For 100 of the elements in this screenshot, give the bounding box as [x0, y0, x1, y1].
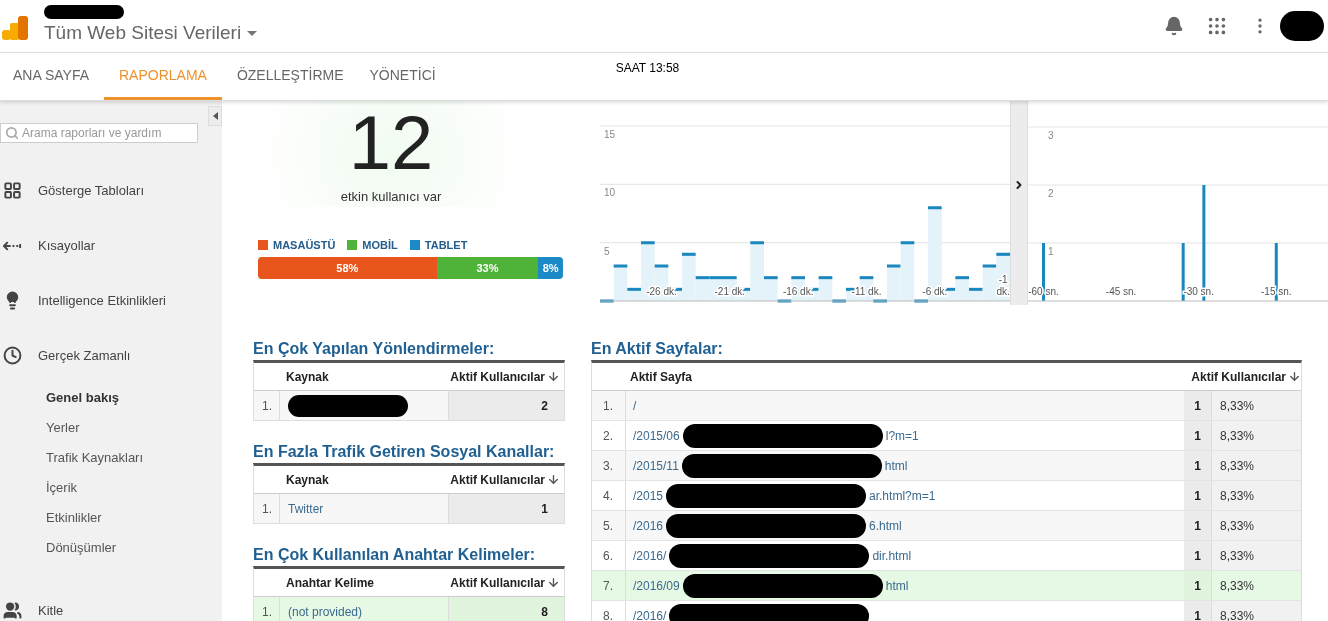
- bar: [1042, 243, 1045, 301]
- sidebar-subitem[interactable]: Yerler: [0, 413, 222, 443]
- table-cell: 1: [1184, 451, 1211, 480]
- page-path-link[interactable]: /2016: [633, 516, 664, 535]
- page-path-link[interactable]: /2015/06: [633, 426, 680, 445]
- sidebar-subitem[interactable]: İçerik: [0, 473, 222, 503]
- row-number: 8.: [592, 601, 626, 621]
- active-user-caption: etkin kullanıcı var: [340, 188, 442, 206]
- caret-icon[interactable]: [247, 30, 258, 36]
- page-path-link[interactable]: l?m=1: [885, 426, 919, 445]
- bar: [1274, 243, 1278, 301]
- sidebar-item[interactable]: Gösterge Tabloları: [0, 163, 222, 218]
- row-number: 3.: [592, 451, 626, 480]
- table-cell: 1: [1184, 421, 1211, 450]
- legend-label: MASAÜSTÜ: [273, 237, 336, 253]
- source-link[interactable]: (not provided): [288, 602, 363, 621]
- y-tick-label: 3: [1048, 130, 1054, 141]
- x-tick-label: -11 dk.: [851, 286, 882, 297]
- sidebar-item[interactable]: Intelligence Etkinlikleri: [0, 273, 222, 328]
- y-tick-label: 1: [1048, 246, 1054, 257]
- table-title: En Çok Yapılan Yönlendirmeler:: [253, 339, 496, 359]
- page-path-link[interactable]: /2016/: [633, 546, 667, 565]
- page-path-link[interactable]: /2016/: [633, 606, 667, 621]
- row-number: 1.: [254, 597, 280, 621]
- notifications-icon[interactable]: [1164, 16, 1184, 36]
- table-title: En Çok Kullanılan Anahtar Kelimeler:: [253, 545, 537, 565]
- table-cell: 1: [1184, 601, 1211, 621]
- page-path-link[interactable]: dir.html: [872, 546, 912, 565]
- share-label: 33%: [476, 260, 499, 276]
- table-cell: 8,33%: [1211, 511, 1301, 540]
- property-title[interactable]: Tüm Web Sitesi Verileri: [44, 18, 242, 48]
- column-header[interactable]: Aktif Kullanıcılar: [450, 470, 545, 489]
- table-title: En Aktif Sayfalar:: [591, 339, 724, 359]
- search-field[interactable]: Arama raporları ve yardım: [0, 123, 198, 143]
- bar: [1181, 243, 1185, 301]
- column-header[interactable]: Aktif Kullanıcılar: [1191, 367, 1286, 386]
- page-path-link[interactable]: ar.html?m=1: [869, 486, 936, 505]
- x-tick-label: -1 dk.: [996, 274, 1010, 297]
- sort-arrow-icon: [1288, 370, 1301, 383]
- table-cell: 1: [1184, 571, 1211, 600]
- table-cell: 1: [1184, 511, 1211, 540]
- y-tick-label: 15: [604, 129, 616, 140]
- sort-arrow-icon: [547, 370, 560, 383]
- column-header[interactable]: Aktif Kullanıcılar: [450, 367, 545, 386]
- sidebar-subitem[interactable]: Dönüşümler: [0, 533, 222, 563]
- table-cell: 1: [1184, 541, 1211, 570]
- sidebar-subitem[interactable]: Genel bakış: [0, 383, 222, 413]
- page-path-link[interactable]: /2016/09: [633, 576, 680, 595]
- legend-label: MOBİL: [362, 237, 398, 253]
- row-number: 1.: [254, 494, 280, 523]
- nav-tab[interactable]: YÖNETİCİ: [358, 53, 447, 100]
- sort-arrow-icon: [547, 576, 560, 589]
- page-path-link[interactable]: html: [885, 576, 909, 595]
- table-cell: 8,33%: [1211, 421, 1301, 450]
- people-icon: [3, 601, 22, 620]
- x-tick-label: -45 sn.: [1105, 286, 1137, 297]
- sidebar-item[interactable]: Kısayollar: [0, 218, 222, 273]
- legend-label: TABLET: [424, 237, 468, 253]
- source-link[interactable]: Twitter: [288, 499, 324, 518]
- table-cell: 8,33%: [1211, 391, 1301, 420]
- sidebar-subitem[interactable]: Etkinlikler: [0, 503, 222, 533]
- arrow-icon: [3, 240, 22, 251]
- table-title: En Fazla Trafik Getiren Sosyal Kanallar:: [253, 442, 556, 462]
- y-tick-label: 5: [604, 245, 610, 257]
- table-cell: 8,33%: [1211, 481, 1301, 510]
- table-cell: 8,33%: [1211, 541, 1301, 570]
- clock-icon: [3, 346, 22, 365]
- collapse-button[interactable]: [208, 106, 222, 126]
- active-user-count: 12: [348, 101, 434, 185]
- row-number: 5.: [592, 511, 626, 540]
- sidebar-item[interactable]: Gerçek Zamanlı: [0, 328, 222, 383]
- column-header: Anahtar Kelime: [285, 574, 376, 592]
- grid-icon: [3, 181, 22, 200]
- page-path-link[interactable]: 6.html: [869, 516, 902, 535]
- page-path-link[interactable]: /2015: [633, 486, 664, 505]
- column-header: Kaynak: [285, 368, 330, 386]
- apps-icon[interactable]: [1206, 15, 1228, 37]
- page-path-link[interactable]: /: [633, 396, 637, 415]
- redaction-mark: [1280, 11, 1324, 41]
- sort-arrow-icon: [547, 473, 560, 486]
- sidebar-item[interactable]: Kitle: [0, 583, 222, 621]
- y-tick-label: 10: [604, 187, 616, 199]
- row-number: 7.: [592, 571, 626, 600]
- table-cell: 8,33%: [1211, 601, 1301, 621]
- x-tick-label: -21 dk.: [714, 286, 746, 297]
- clock-label: SAAT 13:58: [615, 60, 680, 77]
- column-header: Aktif Sayfa: [629, 368, 694, 386]
- table-cell: 1: [1184, 391, 1211, 420]
- panel-toggle[interactable]: [1010, 101, 1028, 305]
- logo-icon: [2, 16, 28, 40]
- nav-tab[interactable]: ANA SAYFA: [2, 53, 100, 100]
- sidebar-subitem[interactable]: Trafik Kaynakları: [0, 443, 222, 473]
- page-path-link[interactable]: html: [884, 456, 908, 475]
- page-path-link[interactable]: /2015/11: [633, 456, 679, 475]
- x-tick-label: -6 dk.: [922, 286, 948, 297]
- column-header[interactable]: Aktif Kullanıcılar: [450, 573, 545, 592]
- nav-tab[interactable]: ÖZELLEŞTİRME: [225, 53, 355, 100]
- caret-icon: [212, 112, 218, 120]
- row-number: 2.: [592, 421, 626, 450]
- table-cell: 1: [1184, 481, 1211, 510]
